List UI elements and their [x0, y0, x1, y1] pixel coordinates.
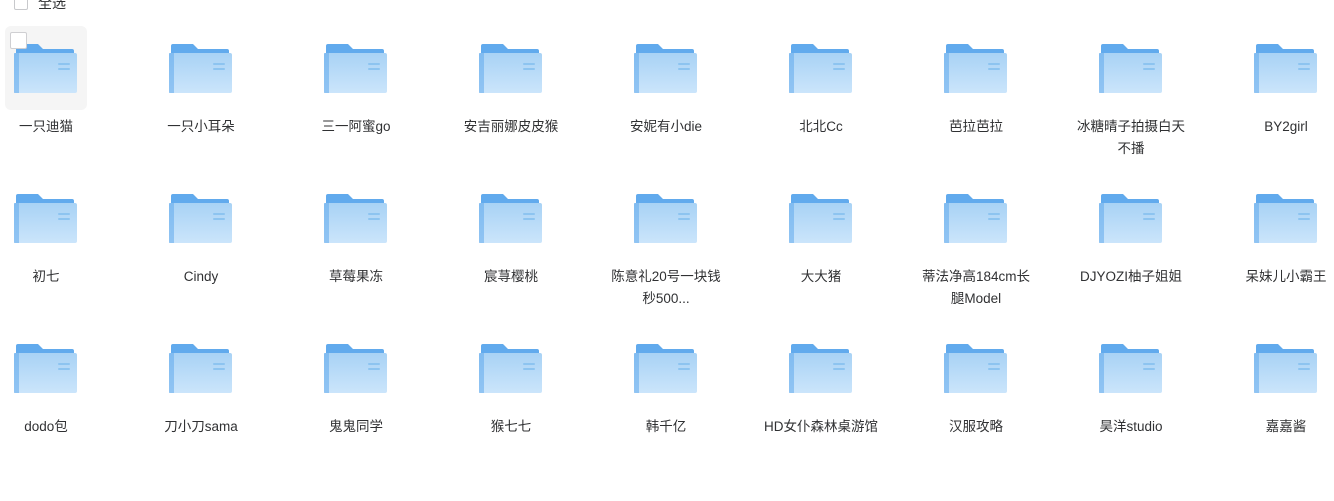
folder-item-label: 宸荨樱桃	[484, 269, 538, 284]
folder-item-label: 三一阿蜜go	[321, 119, 391, 134]
folder-grid: 一只迪猫 一只小耳朵 三一阿蜜go 安吉丽娜皮皮猴 安妮有小die 北北Cc 芭拉芭拉 冰糖晴…	[0, 26, 1334, 476]
folder-item-label: 草莓果冻	[329, 269, 383, 284]
folder-item-label: 刀小刀sama	[164, 419, 238, 434]
folder-icon[interactable]	[315, 176, 397, 260]
folder-item-label: BY2girl	[1264, 119, 1308, 134]
folder-icon[interactable]	[160, 326, 242, 410]
folder-icon[interactable]	[935, 26, 1017, 110]
folder-item-label: 呆妹儿小霸王	[1245, 269, 1327, 284]
folder-icon[interactable]	[625, 176, 707, 260]
folder-item-label: 一只小耳朵	[167, 119, 235, 134]
folder-item[interactable]: 一只迪猫	[5, 26, 160, 176]
folder-icon[interactable]	[625, 326, 707, 410]
folder-icon[interactable]	[625, 26, 707, 110]
folder-icon[interactable]	[1245, 326, 1327, 410]
folder-item-label: 冰糖晴子拍摄白天不播	[1077, 119, 1185, 156]
folder-icon[interactable]	[935, 176, 1017, 260]
folder-item[interactable]: 冰糖晴子拍摄白天不播	[1077, 26, 1245, 176]
folder-item[interactable]: 昊洋studio	[1090, 326, 1245, 476]
folder-icon[interactable]	[160, 26, 242, 110]
folder-item[interactable]: 韩千亿	[625, 326, 780, 476]
folder-item-label: 芭拉芭拉	[949, 119, 1003, 134]
folder-item-label: 昊洋studio	[1099, 419, 1163, 434]
folder-icon[interactable]	[160, 176, 242, 260]
select-all-bar[interactable]: 全选	[0, 0, 66, 14]
folder-icon[interactable]	[780, 326, 862, 410]
folder-icon[interactable]	[780, 176, 862, 260]
folder-item-label: 安吉丽娜皮皮猴	[463, 119, 559, 134]
folder-item-checkbox[interactable]	[10, 32, 27, 49]
folder-item[interactable]: 刀小刀sama	[160, 326, 315, 476]
folder-item[interactable]: 北北Cc	[780, 26, 935, 176]
folder-item-label: Cindy	[183, 269, 219, 284]
folder-item[interactable]: 安妮有小die	[625, 26, 780, 176]
folder-icon[interactable]	[470, 326, 552, 410]
folder-item-label: 嘉嘉酱	[1265, 419, 1307, 434]
folder-item[interactable]: 初七	[5, 176, 160, 326]
folder-item-label: dodo包	[24, 419, 68, 434]
folder-item[interactable]: 猴七七	[470, 326, 625, 476]
folder-icon[interactable]	[470, 176, 552, 260]
folder-icon[interactable]	[1245, 176, 1327, 260]
folder-item-label: DJYOZI柚子姐姐	[1079, 269, 1182, 284]
folder-item[interactable]: 一只小耳朵	[160, 26, 315, 176]
folder-icon[interactable]	[315, 326, 397, 410]
folder-icon[interactable]	[315, 26, 397, 110]
select-all-checkbox[interactable]	[14, 0, 28, 10]
folder-icon[interactable]	[1090, 326, 1172, 410]
folder-item[interactable]: 嘉嘉酱	[1245, 326, 1334, 476]
folder-item-label: 蒂法净高184cm长腿Model	[921, 269, 1031, 306]
folder-item[interactable]: 大大猪	[780, 176, 935, 326]
folder-item-label: 汉服攻略	[949, 419, 1003, 434]
folder-item[interactable]: 陈意礼20号一块钱秒500...	[611, 176, 780, 326]
folder-item[interactable]: 安吉丽娜皮皮猴	[464, 26, 625, 176]
folder-icon[interactable]	[470, 26, 552, 110]
folder-item[interactable]: 宸荨樱桃	[470, 176, 625, 326]
folder-item-label: 韩千亿	[645, 419, 687, 434]
folder-item[interactable]: 呆妹儿小霸王	[1245, 176, 1334, 326]
select-all-label: 全选	[38, 0, 66, 11]
folder-item-label: 初七	[32, 269, 60, 284]
folder-item[interactable]: 蒂法净高184cm长腿Model	[922, 176, 1090, 326]
folder-icon[interactable]	[5, 176, 87, 260]
folder-item-label: 一只迪猫	[19, 119, 73, 134]
folder-icon[interactable]	[935, 326, 1017, 410]
folder-icon[interactable]	[1245, 26, 1327, 110]
folder-item[interactable]: HD女仆森林桌游馆	[764, 326, 935, 476]
folder-item[interactable]: dodo包	[5, 326, 160, 476]
folder-item[interactable]: Cindy	[160, 176, 315, 326]
folder-icon[interactable]	[780, 26, 862, 110]
folder-item-label: 陈意礼20号一块钱秒500...	[611, 269, 721, 306]
folder-icon[interactable]	[5, 326, 87, 410]
folder-item-label: 安妮有小die	[629, 119, 702, 134]
folder-item[interactable]: DJYOZI柚子姐姐	[1080, 176, 1245, 326]
folder-item-label: 鬼鬼同学	[329, 419, 383, 434]
folder-item-label: 大大猪	[800, 269, 842, 284]
folder-item-label: 猴七七	[490, 419, 532, 434]
folder-item[interactable]: BY2girl	[1245, 26, 1334, 176]
folder-item[interactable]: 芭拉芭拉	[935, 26, 1090, 176]
folder-item-label: 北北Cc	[799, 119, 843, 134]
folder-item-label: HD女仆森林桌游馆	[764, 419, 878, 434]
folder-item[interactable]: 草莓果冻	[315, 176, 470, 326]
folder-icon[interactable]	[1090, 176, 1172, 260]
folder-icon[interactable]	[1090, 26, 1172, 110]
folder-item[interactable]: 三一阿蜜go	[315, 26, 470, 176]
folder-item[interactable]: 汉服攻略	[935, 326, 1090, 476]
folder-item[interactable]: 鬼鬼同学	[315, 326, 470, 476]
